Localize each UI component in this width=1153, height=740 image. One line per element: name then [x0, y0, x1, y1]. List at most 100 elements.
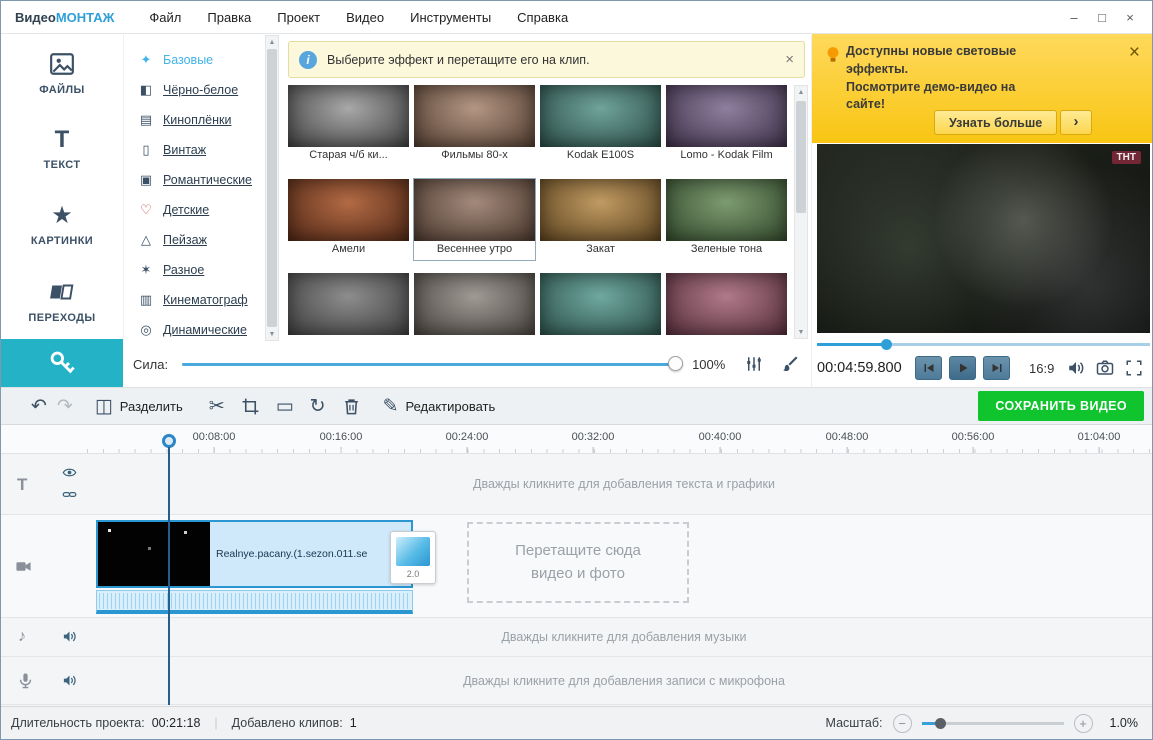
brush-icon[interactable] — [781, 355, 799, 373]
scroll-down-icon[interactable]: ▼ — [795, 326, 807, 338]
sidebar-item-effects-active[interactable] — [1, 339, 123, 387]
effect-item[interactable] — [666, 273, 787, 337]
effect-item[interactable] — [288, 273, 409, 337]
effect-thumbnail[interactable] — [540, 273, 661, 335]
effect-item-selected[interactable]: Весеннее утро — [413, 178, 536, 261]
effect-item[interactable]: Зеленые тона — [666, 179, 787, 260]
effect-item[interactable]: Старая ч/б ки... — [288, 85, 409, 166]
menu-help[interactable]: Справка — [504, 10, 581, 25]
effect-thumbnail[interactable] — [666, 273, 787, 335]
category-blackwhite[interactable]: ◧ Чёрно-белое — [124, 75, 265, 105]
zoom-in-button[interactable]: + — [1073, 713, 1093, 733]
scrubber-knob[interactable] — [881, 339, 892, 350]
effect-thumbnail[interactable] — [288, 273, 409, 335]
save-video-button[interactable]: СОХРАНИТЬ ВИДЕО — [978, 391, 1144, 421]
effect-thumbnail[interactable] — [666, 179, 787, 241]
category-landscape[interactable]: △ Пейзаж — [124, 225, 265, 255]
effect-thumbnail[interactable] — [540, 85, 661, 147]
zoom-slider-knob[interactable] — [934, 717, 946, 729]
mic-volume-button[interactable] — [62, 673, 77, 688]
category-basic[interactable]: ✦ Базовые — [124, 45, 265, 75]
effect-thumbnail[interactable] — [414, 85, 535, 147]
text-track-area[interactable]: Дважды кликните для добавления текста и … — [96, 454, 1152, 514]
playhead[interactable] — [162, 434, 177, 705]
sidebar-item-pictures[interactable]: ★ КАРТИНКИ — [1, 187, 123, 263]
letterbox-button[interactable]: ▭ — [276, 397, 294, 416]
fullscreen-button[interactable] — [1125, 359, 1143, 377]
close-button[interactable]: × — [1116, 6, 1144, 28]
close-icon[interactable]: × — [785, 51, 794, 68]
snapshot-button[interactable] — [1096, 359, 1114, 377]
previous-frame-button[interactable] — [915, 356, 942, 380]
effect-thumbnail[interactable] — [288, 85, 409, 147]
effect-thumbnail[interactable] — [414, 179, 535, 241]
edit-button[interactable]: ✎ Редактировать — [383, 397, 496, 416]
next-frame-button[interactable] — [983, 356, 1010, 380]
category-vintage[interactable]: ▯ Винтаж — [124, 135, 265, 165]
crop-button[interactable] — [241, 397, 260, 416]
visibility-toggle[interactable] — [62, 465, 77, 480]
scrollbar-thumb[interactable] — [267, 49, 277, 327]
clip-audio-waveform[interactable] — [96, 590, 413, 614]
promo-arrow-button[interactable]: › — [1060, 110, 1092, 135]
effect-thumbnail[interactable] — [288, 179, 409, 241]
scroll-up-icon[interactable]: ▲ — [266, 36, 278, 48]
category-misc[interactable]: ✶ Разное — [124, 255, 265, 285]
music-track-area[interactable]: Дважды кликните для добавления музыки — [96, 618, 1152, 656]
strength-slider-knob[interactable] — [668, 356, 684, 371]
zoom-slider[interactable] — [921, 716, 1064, 731]
strength-slider[interactable] — [182, 356, 684, 372]
cut-button[interactable]: ✂ — [209, 397, 225, 416]
effect-item[interactable]: Амели — [288, 179, 409, 260]
category-filmstock[interactable]: ▤ Киноплёнки — [124, 105, 265, 135]
effects-scrollbar[interactable]: ▲ ▼ — [794, 85, 808, 339]
menu-file[interactable]: Файл — [136, 10, 194, 25]
redo-button[interactable]: ↷ — [57, 397, 73, 416]
minimize-button[interactable]: – — [1060, 6, 1088, 28]
undo-button[interactable]: ↶ — [31, 397, 47, 416]
microphone-track-area[interactable]: Дважды кликните для добавления записи с … — [96, 657, 1152, 704]
zoom-out-button[interactable]: − — [892, 713, 912, 733]
categories-scrollbar[interactable]: ▲ ▼ — [265, 35, 279, 341]
playback-scrubber[interactable] — [817, 338, 1150, 350]
category-romantic[interactable]: ▣ Романтические — [124, 165, 265, 195]
menu-tools[interactable]: Инструменты — [397, 10, 504, 25]
video-clip[interactable]: Realnye.pacany.(1.sezon.011.se — [96, 520, 413, 588]
effect-item[interactable]: Kodak E100S — [540, 85, 661, 166]
sidebar-item-text[interactable]: T ТЕКСТ — [1, 111, 123, 187]
delete-button[interactable] — [342, 397, 361, 416]
scroll-up-icon[interactable]: ▲ — [795, 86, 807, 98]
close-icon[interactable]: × — [1129, 42, 1140, 64]
category-cinematic[interactable]: ▥ Кинематограф — [124, 285, 265, 315]
mute-button[interactable] — [1067, 359, 1085, 377]
menu-project[interactable]: Проект — [264, 10, 333, 25]
effect-thumbnail[interactable] — [540, 179, 661, 241]
effect-item[interactable]: Закат — [540, 179, 661, 260]
play-button[interactable] — [949, 356, 976, 380]
rotate-button[interactable]: ↻ — [310, 397, 326, 416]
link-toggle[interactable] — [62, 487, 77, 502]
media-dropzone[interactable]: Перетащите сюда видео и фото — [467, 522, 689, 603]
effect-item[interactable]: Lomo - Kodak Film — [666, 85, 787, 166]
menu-edit[interactable]: Правка — [194, 10, 264, 25]
maximize-button[interactable]: □ — [1088, 6, 1116, 28]
effect-thumbnail[interactable] — [666, 85, 787, 147]
sidebar-item-transitions[interactable]: ПЕРЕХОДЫ — [1, 263, 123, 339]
video-track-area[interactable]: Realnye.pacany.(1.sezon.011.se 2.0 Перет… — [96, 515, 1152, 617]
music-volume-button[interactable] — [62, 629, 77, 644]
learn-more-button[interactable]: Узнать больше — [934, 110, 1058, 135]
split-button[interactable]: ◫ Разделить — [95, 397, 183, 416]
strength-slider-track[interactable] — [182, 363, 681, 366]
effect-item[interactable]: Фильмы 80-х — [414, 85, 535, 166]
menu-video[interactable]: Видео — [333, 10, 397, 25]
scrollbar-thumb[interactable] — [796, 101, 806, 213]
transition-badge[interactable]: 2.0 — [390, 531, 436, 584]
effect-thumbnail[interactable] — [414, 273, 535, 335]
fine-tune-icon[interactable] — [745, 355, 763, 373]
effect-item[interactable] — [540, 273, 661, 337]
scroll-down-icon[interactable]: ▼ — [266, 328, 278, 340]
playhead-handle[interactable] — [162, 434, 176, 448]
sidebar-item-files[interactable]: ФАЙЛЫ — [1, 35, 123, 111]
category-kids[interactable]: ♡ Детские — [124, 195, 265, 225]
effect-item[interactable] — [414, 273, 535, 337]
